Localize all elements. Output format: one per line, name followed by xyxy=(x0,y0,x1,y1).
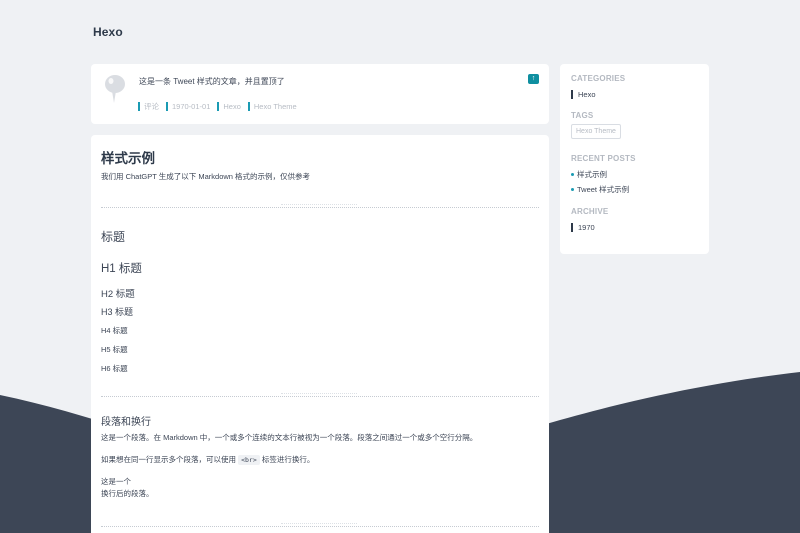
heading-h5: H5 标题 xyxy=(101,345,128,354)
arrow-up-icon: ↑ xyxy=(531,75,536,82)
speech-bubble-icon xyxy=(105,75,125,103)
recent-posts-heading: RECENT POSTS xyxy=(571,154,636,163)
paragraph-3-line-1: 这是一个 xyxy=(101,477,131,486)
page: Hexo 这是一条 Tweet 样式的文章，并且置顶了 ↑ 评论 1970-01… xyxy=(0,0,800,533)
paragraph-2: 如果想在同一行显示多个段落，可以使用 <br> 标签进行换行。 xyxy=(101,454,314,466)
paragraph-2-text-before: 如果想在同一行显示多个段落，可以使用 xyxy=(101,455,236,464)
heading-h6: H6 标题 xyxy=(101,364,128,373)
inline-code: <br> xyxy=(238,455,260,465)
recent-post-link[interactable]: Tweet 样式示例 xyxy=(571,184,629,195)
divider xyxy=(101,523,539,527)
divider xyxy=(101,393,539,397)
pin-top-button[interactable]: ↑ xyxy=(528,74,539,84)
post-intro: 我们用 ChatGPT 生成了以下 Markdown 格式的示例，仅供参考 xyxy=(101,172,311,181)
tweet-text[interactable]: 这是一条 Tweet 样式的文章，并且置顶了 xyxy=(139,76,285,87)
recent-post-link[interactable]: 样式示例 xyxy=(571,169,607,180)
divider xyxy=(101,204,539,208)
site-title[interactable]: Hexo xyxy=(93,25,123,39)
paragraph-2-text-after: 标签进行换行。 xyxy=(261,455,315,464)
paragraph-section-title: 段落和换行 xyxy=(101,417,151,428)
archive-heading: ARCHIVE xyxy=(571,207,609,216)
post-card: 样式示例 我们用 ChatGPT 生成了以下 Markdown 格式的示例，仅供… xyxy=(91,135,549,533)
heading-h1: H1 标题 xyxy=(101,263,142,275)
heading-h2: H2 标题 xyxy=(101,289,135,300)
comment-link[interactable]: 评论 xyxy=(138,102,159,111)
paragraph-1: 这是一个段落。在 Markdown 中，一个或多个连续的文本行被视为一个段落。段… xyxy=(101,433,478,442)
section-heading: 标题 xyxy=(101,230,126,244)
paragraph-3-line-2: 换行后的段落。 xyxy=(101,489,154,498)
sidebar-category-hexo[interactable]: Hexo xyxy=(571,90,596,99)
sidebar-archive-1970[interactable]: 1970 xyxy=(571,223,595,232)
category-link[interactable]: Hexo xyxy=(217,102,241,111)
categories-heading: CATEGORIES xyxy=(571,74,626,83)
heading-h4: H4 标题 xyxy=(101,326,128,335)
heading-h3: H3 标题 xyxy=(101,307,134,317)
post-date[interactable]: 1970-01-01 xyxy=(166,102,210,111)
tweet-meta: 评论 1970-01-01 Hexo Hexo Theme xyxy=(138,102,304,111)
tag-link[interactable]: Hexo Theme xyxy=(247,102,297,111)
tags-heading: TAGS xyxy=(571,111,594,120)
sidebar: CATEGORIES Hexo TAGS Hexo Theme RECENT P… xyxy=(560,64,709,254)
paragraph-3: 这是一个 换行后的段落。 xyxy=(101,476,154,500)
post-title[interactable]: 样式示例 xyxy=(101,147,155,167)
sidebar-tag-hexo-theme[interactable]: Hexo Theme xyxy=(571,124,621,139)
tweet-card: 这是一条 Tweet 样式的文章，并且置顶了 ↑ 评论 1970-01-01 H… xyxy=(91,64,549,124)
